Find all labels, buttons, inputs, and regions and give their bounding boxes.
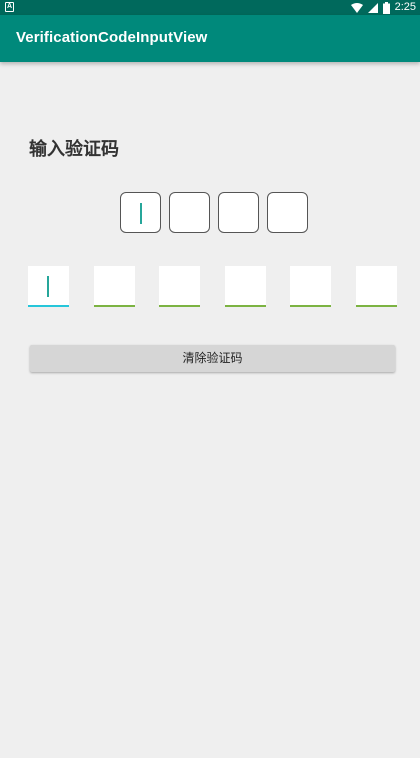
- line-code-box-3[interactable]: [159, 266, 200, 307]
- line-code-box-1[interactable]: [28, 266, 69, 307]
- status-bar: A 2:25: [0, 0, 420, 15]
- line-code-box-6[interactable]: [356, 266, 397, 307]
- signal-icon: [367, 2, 378, 13]
- app-title: VerificationCodeInputView: [16, 29, 208, 46]
- wifi-icon: [350, 2, 363, 13]
- line-code-box-4[interactable]: [225, 266, 266, 307]
- clear-code-button[interactable]: 清除验证码: [30, 345, 395, 372]
- text-cursor: [140, 203, 142, 224]
- code-box-2[interactable]: [169, 192, 210, 233]
- page-heading: 输入验证码: [29, 139, 119, 160]
- status-right-group: 2:25: [350, 1, 416, 14]
- box-code-input: [120, 192, 308, 233]
- app-bar: VerificationCodeInputView: [0, 15, 420, 62]
- battery-icon: [382, 1, 390, 14]
- notification-a-icon: A: [5, 2, 14, 12]
- code-box-4[interactable]: [267, 192, 308, 233]
- code-box-3[interactable]: [218, 192, 259, 233]
- status-time: 2:25: [394, 1, 416, 13]
- text-cursor: [47, 276, 49, 297]
- line-code-box-2[interactable]: [94, 266, 135, 307]
- code-box-1[interactable]: [120, 192, 161, 233]
- line-code-box-5[interactable]: [290, 266, 331, 307]
